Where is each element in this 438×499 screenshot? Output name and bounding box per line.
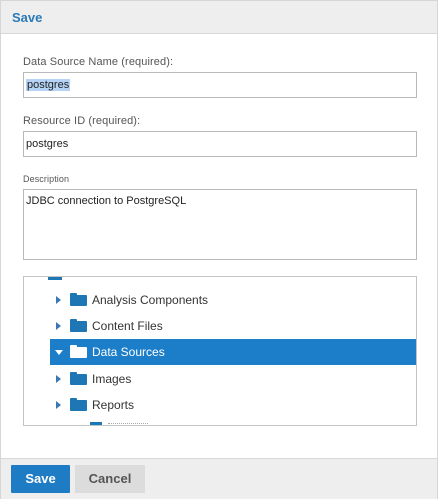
tree-item-label: Analysis Components xyxy=(92,293,209,307)
expand-arrow-icon[interactable] xyxy=(56,296,61,304)
expand-arrow-icon[interactable] xyxy=(56,375,61,383)
data-source-name-label: Data Source Name (required): xyxy=(23,56,174,68)
folder-icon xyxy=(70,319,87,332)
resource-id-label: Resource ID (required): xyxy=(23,115,141,127)
description-value: JDBC connection to PostgreSQL xyxy=(26,195,187,207)
tree-item-data-sources[interactable]: Data Sources xyxy=(50,339,416,365)
dialog-title: Save xyxy=(12,10,43,25)
resource-id-input[interactable]: postgres xyxy=(23,131,417,157)
folder-icon xyxy=(70,398,87,411)
folder-icon xyxy=(70,372,87,385)
tree-item-partial xyxy=(108,423,148,425)
tree-item-label: Content Files xyxy=(92,319,163,333)
expand-arrow-icon[interactable] xyxy=(56,322,61,330)
root-folder-icon xyxy=(48,277,62,281)
data-source-name-input[interactable]: postgres xyxy=(23,72,417,98)
tree-root-node[interactable] xyxy=(48,277,68,282)
save-button[interactable]: Save xyxy=(11,465,70,493)
dialog-titlebar: Save xyxy=(1,1,437,34)
collapse-arrow-icon[interactable] xyxy=(55,350,63,355)
dialog-footer: Save Cancel xyxy=(1,458,437,499)
data-source-name-value: postgres xyxy=(26,79,71,91)
folder-open-icon xyxy=(70,345,87,358)
tree-item-reports[interactable]: Reports xyxy=(50,392,416,418)
expand-arrow-icon[interactable] xyxy=(56,401,61,409)
tree-item-images[interactable]: Images xyxy=(50,366,416,392)
folder-tree[interactable]: Analysis Components Content Files Data S… xyxy=(23,276,417,426)
tree-item-label: Reports xyxy=(92,398,135,412)
description-label: Description xyxy=(23,174,70,184)
folder-icon xyxy=(90,422,102,425)
tree-item-analysis-components[interactable]: Analysis Components xyxy=(50,287,416,313)
resource-id-value: postgres xyxy=(26,138,69,150)
tree-item-label: Images xyxy=(92,372,132,386)
description-textarea[interactable]: JDBC connection to PostgreSQL xyxy=(23,189,417,260)
tree-item-label: Data Sources xyxy=(92,345,165,359)
folder-icon xyxy=(70,293,87,306)
cancel-button[interactable]: Cancel xyxy=(75,465,145,493)
save-dialog: Save Data Source Name (required): postgr… xyxy=(0,0,438,499)
tree-item-content-files[interactable]: Content Files xyxy=(50,313,416,339)
